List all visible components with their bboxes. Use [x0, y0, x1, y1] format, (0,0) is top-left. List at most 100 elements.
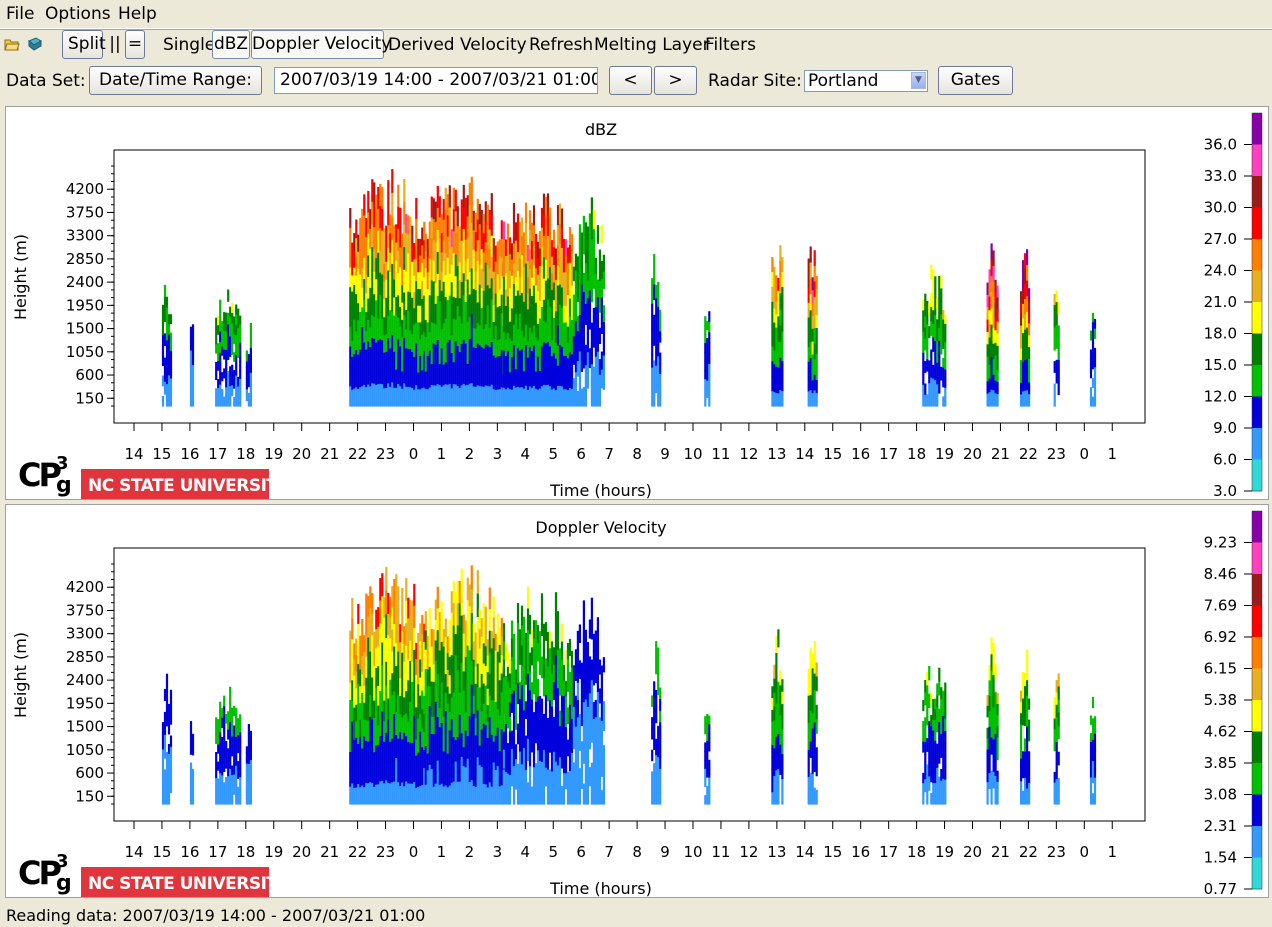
colorbar-label: 3.08: [1204, 786, 1237, 804]
x-tick-label: 19: [264, 445, 283, 463]
y-tick-label: 2850: [66, 250, 104, 268]
doppler-velocity-button[interactable]: Doppler Velocity: [251, 30, 391, 59]
x-tick-label: 17: [879, 843, 898, 861]
x-tick-label: 23: [1047, 445, 1066, 463]
radar-site-select[interactable]: Portland ▼: [804, 70, 928, 92]
x-tick-label: 8: [632, 445, 642, 463]
x-tick-label: 9: [660, 843, 670, 861]
x-tick-label: 14: [124, 445, 143, 463]
date-range-field[interactable]: 2007/03/19 14:00 - 2007/03/21 01:00: [274, 67, 598, 94]
y-tick-label: 1500: [66, 718, 104, 736]
colorbar-swatch: [1252, 857, 1262, 890]
x-tick-label: 17: [208, 843, 227, 861]
toolbar: Split || = Single dBZ Doppler Velocity D…: [0, 30, 1272, 62]
colorbar-label: 27.0: [1204, 230, 1237, 248]
x-tick-label: 15: [823, 843, 842, 861]
y-tick-label: 3300: [66, 625, 104, 643]
menu-file[interactable]: File: [6, 4, 34, 24]
filters-button[interactable]: Filters: [705, 35, 756, 55]
colorbar-swatch: [1252, 826, 1262, 858]
logo-mark: CP: [18, 854, 61, 892]
colorbar-label: 1.54: [1204, 849, 1237, 867]
horizontal-split-button[interactable]: =: [125, 30, 145, 59]
x-tick-label: 19: [935, 843, 954, 861]
x-tick-label: 19: [264, 843, 283, 861]
y-axis-label: Height (m): [11, 234, 30, 320]
dbz-chart: dBZ4200375033002850240019501500105060015…: [11, 112, 1263, 500]
x-tick-label: 14: [124, 843, 143, 861]
x-tick-label: 16: [180, 843, 199, 861]
x-tick-label: 18: [236, 445, 255, 463]
colorbar-swatch: [1252, 542, 1262, 575]
x-tick-label: 21: [991, 445, 1010, 463]
y-tick-label: 600: [75, 366, 104, 384]
radar-site-value: Portland: [808, 71, 879, 91]
x-tick-label: 21: [320, 445, 339, 463]
date-time-range-button[interactable]: Date/Time Range:: [89, 66, 262, 95]
colorbar-swatch: [1252, 459, 1262, 492]
x-tick-label: 1: [1107, 843, 1117, 861]
colorbar-swatch: [1252, 637, 1262, 669]
cp3g-logo: CP3g: [18, 851, 72, 896]
x-tick-label: 22: [1019, 445, 1038, 463]
folder-open-icon[interactable]: [4, 36, 20, 52]
x-tick-label: 16: [851, 843, 870, 861]
x-tick-label: 13: [767, 843, 786, 861]
x-tick-label: 7: [604, 843, 614, 861]
colorbar-swatch: [1252, 763, 1262, 795]
next-range-button[interactable]: >: [654, 66, 697, 95]
split-button[interactable]: Split: [62, 30, 106, 59]
colorbar-label: 2.31: [1204, 817, 1237, 835]
x-tick-label: 20: [963, 843, 982, 861]
x-tick-label: 23: [376, 445, 395, 463]
colorbar-label: 15.0: [1204, 356, 1237, 374]
dbz-button[interactable]: dBZ: [212, 30, 250, 59]
x-tick-label: 8: [632, 843, 642, 861]
echo-cell: [424, 176, 505, 407]
x-tick-label: 5: [548, 445, 558, 463]
colorbar-label: 30.0: [1204, 199, 1237, 217]
colorbar-label: 8.46: [1204, 565, 1237, 583]
x-tick-label: 18: [236, 843, 255, 861]
colorbar-label: 33.0: [1204, 167, 1237, 185]
colorbar-label: 12.0: [1204, 388, 1237, 406]
colorbar-swatch: [1252, 302, 1262, 334]
y-tick-label: 4200: [66, 180, 104, 198]
colorbar: [1251, 510, 1263, 890]
menu-help[interactable]: Help: [118, 4, 157, 24]
menu-options[interactable]: Options: [45, 4, 111, 24]
x-tick-label: 10: [683, 445, 702, 463]
colorbar-swatch: [1252, 270, 1262, 303]
derived-velocity-button[interactable]: Derived Velocity: [388, 35, 527, 55]
refresh-button[interactable]: Refresh: [529, 35, 593, 55]
x-tick-label: 10: [683, 843, 702, 861]
x-tick-label: 18: [907, 445, 926, 463]
y-tick-label: 3300: [66, 227, 104, 245]
colorbar-label: 36.0: [1204, 136, 1237, 154]
single-button[interactable]: Single: [163, 35, 215, 55]
colorbar-label: 3.85: [1204, 754, 1237, 772]
y-tick-label: 3750: [66, 203, 104, 221]
x-tick-label: 5: [548, 843, 558, 861]
chevron-down-icon[interactable]: ▼: [911, 72, 926, 89]
cp3g-logo: CP3g: [18, 453, 72, 498]
colorbar-label: 21.0: [1204, 293, 1237, 311]
x-tick-label: 7: [604, 445, 614, 463]
colorbar-label: 4.62: [1204, 723, 1237, 741]
x-tick-label: 4: [521, 843, 531, 861]
x-tick-label: 20: [292, 445, 311, 463]
x-tick-label: 0: [409, 445, 419, 463]
chart-title: dBZ: [585, 120, 617, 139]
melting-layer-button[interactable]: Melting Layer: [594, 35, 710, 55]
colorbar-label: 24.0: [1204, 262, 1237, 280]
vertical-split-button[interactable]: ||: [107, 31, 123, 59]
previous-range-button[interactable]: <: [609, 66, 652, 95]
x-tick-label: 1: [437, 843, 447, 861]
book-icon[interactable]: [27, 36, 43, 52]
colorbar-swatch: [1252, 144, 1262, 177]
x-tick-label: 3: [493, 445, 503, 463]
colorbar-swatch: [1252, 794, 1262, 827]
y-tick-label: 1050: [66, 343, 104, 361]
gates-button[interactable]: Gates: [938, 66, 1013, 95]
x-tick-label: 15: [823, 445, 842, 463]
